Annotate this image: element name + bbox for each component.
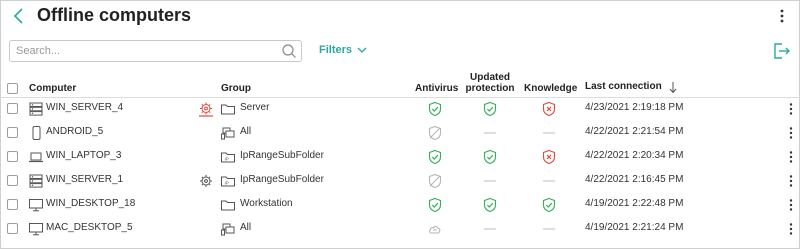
row-checkbox[interactable] bbox=[7, 199, 18, 210]
row-more-options-icon[interactable] bbox=[788, 222, 794, 236]
column-header-updated-protection[interactable]: Updated protection bbox=[464, 72, 516, 94]
dash-icon bbox=[482, 173, 498, 189]
column-header-antivirus[interactable]: Antivirus bbox=[415, 83, 458, 94]
search-box bbox=[9, 40, 302, 62]
column-header-knowledge[interactable]: Knowledge bbox=[524, 83, 577, 94]
shield-check-icon bbox=[482, 149, 498, 165]
column-header-computer[interactable]: Computer bbox=[29, 83, 76, 94]
row-checkbox[interactable] bbox=[7, 127, 18, 138]
search-icon[interactable] bbox=[281, 43, 297, 59]
shield-error-icon bbox=[541, 101, 557, 117]
row-checkbox[interactable] bbox=[7, 175, 18, 186]
computer-name[interactable]: MAC_DESKTOP_5 bbox=[46, 222, 133, 233]
row-more-options-icon[interactable] bbox=[788, 126, 794, 140]
group-name: Workstation bbox=[240, 198, 293, 209]
server-icon bbox=[28, 173, 44, 189]
row-checkbox[interactable] bbox=[7, 223, 18, 234]
table-header: Computer Group Antivirus Updated protect… bbox=[0, 72, 800, 98]
group-name: IpRangeSubFolder bbox=[240, 174, 324, 185]
shield-check-icon bbox=[541, 197, 557, 213]
shield-check-icon bbox=[427, 197, 443, 213]
more-options-icon[interactable] bbox=[775, 8, 789, 24]
table-row[interactable]: ANDROID_5 All 4/22/2021 2:21:54 PM bbox=[0, 121, 800, 145]
column-header-updated-line2: protection bbox=[465, 83, 515, 94]
server-icon bbox=[28, 101, 44, 117]
dash-icon bbox=[541, 221, 557, 237]
last-connection: 4/19/2021 2:21:24 PM bbox=[585, 222, 684, 233]
desktop-icon bbox=[28, 197, 44, 213]
row-more-options-icon[interactable] bbox=[788, 102, 794, 116]
laptop-icon bbox=[28, 149, 44, 165]
last-connection: 4/22/2021 2:16:45 PM bbox=[585, 174, 684, 185]
computer-name[interactable]: WIN_LAPTOP_3 bbox=[46, 150, 121, 161]
column-header-last-connection[interactable]: Last connection bbox=[585, 81, 662, 92]
search-input[interactable] bbox=[16, 43, 276, 59]
group-name: All bbox=[240, 222, 252, 233]
row-more-options-icon[interactable] bbox=[788, 198, 794, 212]
ip-folder-icon: IP bbox=[220, 149, 236, 165]
svg-text:IP: IP bbox=[225, 181, 229, 186]
computer-name[interactable]: WIN_DESKTOP_18 bbox=[46, 198, 135, 209]
group-name: All bbox=[240, 126, 252, 137]
table-row[interactable]: WIN_SERVER_4 Server 4/23/2021 2:19:18 PM bbox=[0, 97, 800, 121]
ip-folder-icon: IP bbox=[220, 173, 236, 189]
shield-disabled-icon bbox=[427, 125, 443, 141]
table-row[interactable]: WIN_DESKTOP_18 Workstation 4/19/2021 2:22:… bbox=[0, 193, 800, 217]
last-connection: 4/22/2021 2:21:54 PM bbox=[585, 126, 684, 137]
dash-icon bbox=[541, 173, 557, 189]
column-header-group[interactable]: Group bbox=[221, 83, 251, 94]
table-row[interactable]: MAC_DESKTOP_5 All 4/19/2021 2:21:24 PM bbox=[0, 217, 800, 241]
back-arrow-icon[interactable] bbox=[10, 6, 30, 26]
mobile-icon bbox=[28, 125, 44, 141]
export-icon[interactable] bbox=[771, 41, 791, 61]
page-title: Offline computers bbox=[37, 5, 192, 25]
shield-disabled-icon bbox=[427, 173, 443, 189]
row-checkbox[interactable] bbox=[7, 103, 18, 114]
last-connection: 4/23/2021 2:19:18 PM bbox=[585, 102, 684, 113]
computer-name[interactable]: WIN_SERVER_4 bbox=[46, 102, 123, 113]
last-connection: 4/22/2021 2:20:34 PM bbox=[585, 150, 684, 161]
shield-check-icon bbox=[482, 101, 498, 117]
shield-check-icon bbox=[482, 197, 498, 213]
all-group-icon bbox=[220, 221, 236, 237]
last-connection: 4/19/2021 2:22:48 PM bbox=[585, 198, 684, 209]
row-more-options-icon[interactable] bbox=[788, 174, 794, 188]
shield-error-icon bbox=[541, 149, 557, 165]
dash-icon bbox=[541, 125, 557, 141]
gear-alert-icon[interactable] bbox=[198, 101, 214, 117]
dash-icon bbox=[482, 221, 498, 237]
group-name: Server bbox=[240, 102, 270, 113]
cloud-icon bbox=[427, 221, 443, 237]
sort-descending-icon[interactable] bbox=[669, 81, 677, 94]
gear-icon[interactable] bbox=[198, 173, 214, 189]
computer-name[interactable]: ANDROID_5 bbox=[46, 126, 103, 137]
all-group-icon bbox=[220, 125, 236, 141]
desktop-icon bbox=[28, 221, 44, 237]
group-name: IpRangeSubFolder bbox=[240, 150, 324, 161]
computer-name[interactable]: WIN_SERVER_1 bbox=[46, 174, 123, 185]
filters-button[interactable]: Filters bbox=[319, 44, 367, 56]
table-row[interactable]: WIN_SERVER_1 IP IpRangeSubFolder 4/22/2021 … bbox=[0, 169, 800, 193]
svg-text:IP: IP bbox=[225, 157, 229, 162]
row-more-options-icon[interactable] bbox=[788, 150, 794, 164]
filters-label: Filters bbox=[319, 44, 353, 56]
chevron-down-icon bbox=[357, 47, 367, 53]
page-header: Offline computers bbox=[0, 0, 800, 34]
folder-icon bbox=[220, 197, 236, 213]
row-checkbox[interactable] bbox=[7, 151, 18, 162]
shield-check-icon bbox=[427, 149, 443, 165]
shield-check-icon bbox=[427, 101, 443, 117]
table-row[interactable]: WIN_LAPTOP_3 IP IpRangeSubFolder 4/22/2021 … bbox=[0, 145, 800, 169]
column-header-updated-line1: Updated bbox=[470, 72, 510, 83]
select-all-checkbox[interactable] bbox=[7, 83, 18, 94]
folder-icon bbox=[220, 101, 236, 117]
dash-icon bbox=[482, 125, 498, 141]
